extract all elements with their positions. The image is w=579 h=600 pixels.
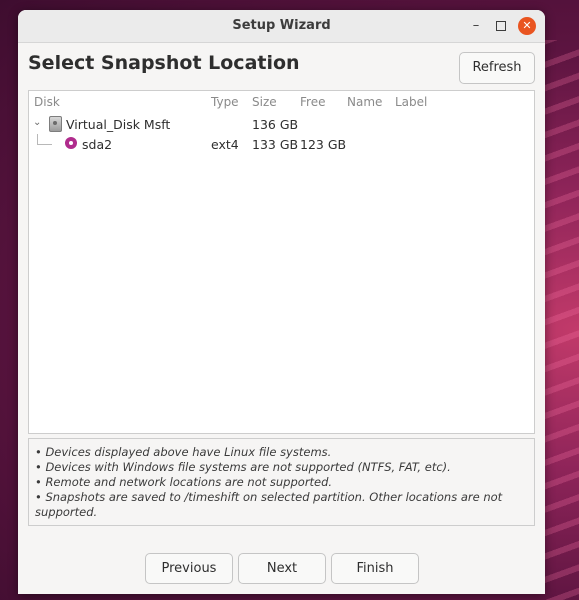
minimize-button[interactable]: – <box>467 17 485 35</box>
note-snapshot-path: • Snapshots are saved to /timeshift on s… <box>35 490 503 519</box>
tree-header: Disk Type Size Free Name Label <box>29 91 534 111</box>
page-title: Select Snapshot Location <box>28 52 300 74</box>
column-header-size[interactable]: Size <box>252 95 277 109</box>
note-linux-filesystems: • Devices displayed above have Linux fil… <box>35 445 332 459</box>
row-partition-free: 123 GB <box>300 137 347 152</box>
column-header-free[interactable]: Free <box>300 95 325 109</box>
tree-connector <box>37 134 52 145</box>
title-bar[interactable]: Setup Wizard – ✕ <box>18 10 545 43</box>
chevron-down-icon[interactable]: ⌄ <box>33 117 41 128</box>
column-header-disk[interactable]: Disk <box>34 95 60 109</box>
maximize-button[interactable] <box>492 17 510 35</box>
column-header-type[interactable]: Type <box>211 95 239 109</box>
row-disk-size: 136 GB <box>252 117 299 132</box>
tree-row-disk[interactable]: ⌄ Virtual_Disk Msft 136 GB <box>29 114 534 134</box>
row-disk-name: Virtual_Disk Msft <box>66 117 171 132</box>
setup-wizard-window: Setup Wizard – ✕ Select Snapshot Locatio… <box>18 10 545 594</box>
tree-row-partition[interactable]: sda2 ext4 133 GB 123 GB <box>29 134 534 154</box>
desktop-wallpaper-rays <box>540 40 579 600</box>
row-partition-size: 133 GB <box>252 137 299 152</box>
hard-disk-icon <box>49 116 62 132</box>
note-windows-unsupported: • Devices with Windows file systems are … <box>35 460 451 474</box>
column-header-name[interactable]: Name <box>347 95 382 109</box>
partition-icon <box>65 137 77 149</box>
device-tree[interactable]: Disk Type Size Free Name Label ⌄ Virtual… <box>28 90 535 434</box>
close-button[interactable]: ✕ <box>518 17 536 35</box>
note-remote-unsupported: • Remote and network locations are not s… <box>35 475 333 489</box>
close-icon: ✕ <box>522 19 532 32</box>
minimize-icon: – <box>472 18 480 33</box>
refresh-button[interactable]: Refresh <box>459 52 535 84</box>
maximize-icon <box>496 21 506 31</box>
row-partition-type: ext4 <box>211 137 239 152</box>
notes-panel: • Devices displayed above have Linux fil… <box>28 438 535 526</box>
next-button[interactable]: Next <box>238 553 326 584</box>
row-partition-name: sda2 <box>82 137 113 152</box>
column-header-label[interactable]: Label <box>395 95 427 109</box>
previous-button[interactable]: Previous <box>145 553 233 584</box>
finish-button[interactable]: Finish <box>331 553 419 584</box>
window-title: Setup Wizard <box>232 18 331 33</box>
